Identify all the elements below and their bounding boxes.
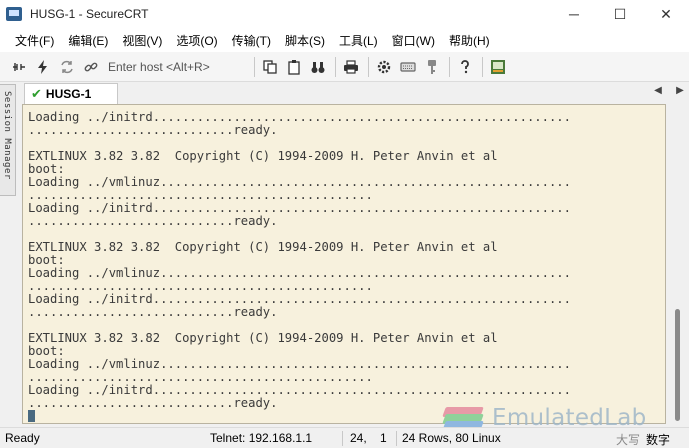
terminal-line: ............................ready.	[28, 123, 278, 137]
status-ready: Ready	[5, 431, 40, 445]
maximize-button[interactable]: ☐	[597, 0, 643, 28]
toolbar	[0, 52, 689, 82]
terminal-line: EXTLINUX 3.82 3.82 Copyright (C) 1994-20…	[28, 331, 498, 345]
securecrt-app-icon	[6, 7, 22, 21]
session-manager-label: Session Manager	[2, 91, 12, 180]
tab-scroll-right-icon[interactable]: ▶	[673, 85, 687, 96]
toolbar-separator	[482, 56, 483, 77]
session-manager-tab[interactable]: Session Manager	[0, 84, 16, 196]
status-connection: Telnet: 192.168.1.1	[210, 431, 313, 445]
window-title: HUSG-1 - SecureCRT	[30, 7, 149, 21]
key-agent-icon[interactable]	[421, 56, 443, 78]
scrollbar-thumb[interactable]	[675, 309, 680, 421]
menu-tools[interactable]: 工具(L)	[332, 32, 385, 49]
menu-help[interactable]: 帮助(H)	[442, 32, 497, 49]
connect-icon[interactable]	[8, 56, 30, 78]
print-icon[interactable]	[340, 56, 362, 78]
minimize-button[interactable]: ─	[551, 0, 597, 28]
terminal-cursor	[28, 410, 35, 422]
tab-scroll-left-icon[interactable]: ◀	[651, 85, 665, 96]
menu-script[interactable]: 脚本(S)	[278, 32, 332, 49]
toolbar-separator	[368, 56, 369, 77]
status-row: 24,	[350, 431, 367, 445]
window-controls: ─ ☐ ✕	[551, 0, 689, 28]
terminal-scrollbar[interactable]	[668, 104, 688, 424]
terminal-line: EXTLINUX 3.82 3.82 Copyright (C) 1994-20…	[28, 149, 498, 163]
terminal-output[interactable]: Loading ../initrd.......................…	[22, 104, 666, 424]
close-button[interactable]: ✕	[643, 0, 689, 28]
session-tab-bar: ✔ HUSG-1 ◀ ▶	[18, 82, 689, 104]
connected-check-icon: ✔	[31, 86, 42, 101]
status-terminal-size: 24 Rows, 80 Linux	[402, 431, 501, 445]
terminal-line: ............................ready.	[28, 305, 278, 319]
copy-icon[interactable]	[259, 56, 281, 78]
quick-connect-icon[interactable]	[32, 56, 54, 78]
status-caps: 大写	[616, 433, 641, 447]
help-question-icon[interactable]	[454, 56, 476, 78]
status-num: 数字	[646, 433, 671, 447]
menu-bar: 文件(F) 编辑(E) 视图(V) 选项(O) 传输(T) 脚本(S) 工具(L…	[0, 28, 689, 52]
paste-icon[interactable]	[283, 56, 305, 78]
settings-gear-icon[interactable]	[373, 56, 395, 78]
sftp-session-icon[interactable]	[487, 56, 509, 78]
status-bar: Ready Telnet: 192.168.1.1 24, 1 24 Rows,…	[0, 427, 689, 448]
menu-options[interactable]: 选项(O)	[169, 32, 224, 49]
status-col: 1	[380, 431, 387, 445]
disconnect-link-icon[interactable]	[80, 56, 102, 78]
find-binoculars-icon[interactable]	[307, 56, 329, 78]
toolbar-separator	[449, 56, 450, 77]
menu-file[interactable]: 文件(F)	[8, 32, 61, 49]
terminal-line: EXTLINUX 3.82 3.82 Copyright (C) 1994-20…	[28, 240, 498, 254]
terminal-line: ............................ready.	[28, 214, 278, 228]
tab-husg-1[interactable]: ✔ HUSG-1	[24, 83, 118, 104]
menu-window[interactable]: 窗口(W)	[385, 32, 442, 49]
title-bar: HUSG-1 - SecureCRT ─ ☐ ✕	[0, 0, 689, 28]
keymap-keyboard-icon[interactable]	[397, 56, 419, 78]
menu-view[interactable]: 视图(V)	[115, 32, 169, 49]
menu-transfer[interactable]: 传输(T)	[225, 32, 278, 49]
status-separator	[396, 431, 397, 446]
toolbar-separator	[254, 56, 255, 77]
enter-host-input[interactable]	[104, 56, 250, 77]
status-separator	[342, 431, 343, 446]
tab-label: HUSG-1	[45, 87, 92, 101]
toolbar-separator	[335, 56, 336, 77]
reconnect-icon[interactable]	[56, 56, 78, 78]
menu-edit[interactable]: 编辑(E)	[61, 32, 115, 49]
